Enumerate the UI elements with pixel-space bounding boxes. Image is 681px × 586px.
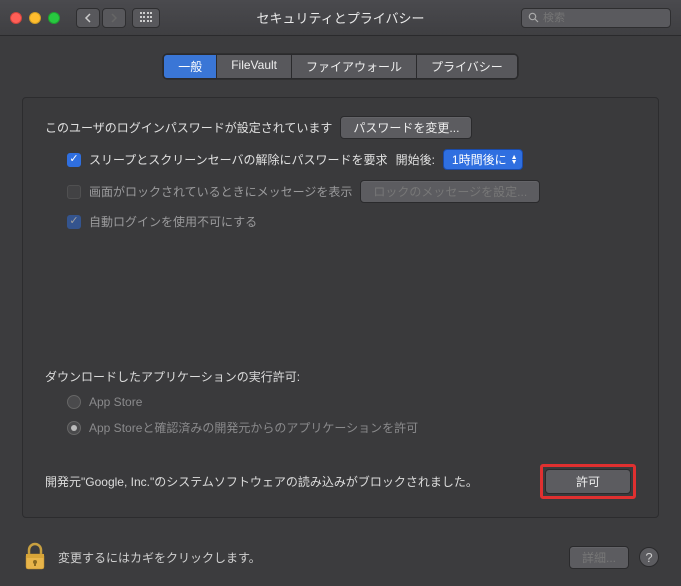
lock-icon[interactable]: [22, 542, 48, 572]
help-button[interactable]: ?: [639, 547, 659, 567]
tab-filevault[interactable]: FileVault: [217, 55, 292, 78]
set-lock-message-button[interactable]: ロックのメッセージを設定...: [360, 180, 540, 203]
zoom-window-button[interactable]: [48, 12, 60, 24]
password-set-row: このユーザのログインパスワードが設定されています パスワードを変更...: [45, 116, 636, 139]
change-password-button[interactable]: パスワードを変更...: [340, 116, 472, 139]
show-message-checkbox[interactable]: [67, 185, 81, 199]
start-after-select[interactable]: 1時間後に ▲▼: [443, 149, 523, 170]
minimize-window-button[interactable]: [29, 12, 41, 24]
require-password-row: スリープとスクリーンセーバの解除にパスワードを要求 開始後: 1時間後に ▲▼: [45, 149, 636, 170]
search-icon: [528, 12, 539, 23]
chevron-left-icon: [84, 13, 92, 23]
disable-autologin-label: 自動ログインを使用不可にする: [89, 213, 257, 230]
appstore-radio-label: App Store: [89, 395, 142, 409]
general-panel: このユーザのログインパスワードが設定されています パスワードを変更... スリー…: [22, 97, 659, 518]
allow-button[interactable]: 許可: [545, 469, 631, 494]
appstore-radio[interactable]: [67, 395, 81, 409]
require-password-checkbox[interactable]: [67, 153, 81, 167]
grid-icon: [140, 12, 152, 24]
tab-general[interactable]: 一般: [164, 55, 217, 78]
titlebar: セキュリティとプライバシー: [0, 0, 681, 36]
show-all-button[interactable]: [132, 8, 160, 28]
blocked-software-text: 開発元"Google, Inc."のシステムソフトウェアの読み込みがブロックされ…: [45, 473, 524, 491]
stepper-arrows-icon: ▲▼: [511, 155, 518, 165]
start-after-label: 開始後:: [396, 151, 435, 168]
identified-radio[interactable]: [67, 421, 81, 435]
allow-highlight: 許可: [540, 464, 636, 499]
disable-autologin-row: 自動ログインを使用不可にする: [45, 213, 636, 230]
content-area: 一般 FileVault ファイアウォール プライバシー このユーザのログインパ…: [0, 36, 681, 532]
back-button[interactable]: [76, 8, 100, 28]
search-input[interactable]: [543, 12, 664, 24]
chevron-right-icon: [110, 13, 118, 23]
advanced-button[interactable]: 詳細...: [569, 546, 629, 569]
forward-button[interactable]: [102, 8, 126, 28]
download-section-title: ダウンロードしたアプリケーションの実行許可:: [45, 368, 636, 385]
password-set-label: このユーザのログインパスワードが設定されています: [45, 119, 332, 136]
show-message-label: 画面がロックされているときにメッセージを表示: [89, 183, 352, 200]
identified-radio-row: App Storeと確認済みの開発元からのアプリケーションを許可: [45, 419, 636, 436]
tab-firewall[interactable]: ファイアウォール: [292, 55, 417, 78]
search-field[interactable]: [521, 8, 671, 28]
footer: 変更するにはカギをクリックします。 詳細... ?: [0, 532, 681, 586]
require-password-label: スリープとスクリーンセーバの解除にパスワードを要求: [89, 151, 388, 168]
traffic-lights: [10, 12, 60, 24]
preferences-window: セキュリティとプライバシー 一般 FileVault ファイアウォール プライバ…: [0, 0, 681, 586]
nav-buttons: [76, 8, 126, 28]
tab-privacy[interactable]: プライバシー: [417, 55, 517, 78]
start-after-value: 1時間後に: [452, 151, 507, 168]
show-message-row: 画面がロックされているときにメッセージを表示 ロックのメッセージを設定...: [45, 180, 636, 203]
tab-bar: 一般 FileVault ファイアウォール プライバシー: [22, 54, 659, 79]
close-window-button[interactable]: [10, 12, 22, 24]
disable-autologin-checkbox[interactable]: [67, 215, 81, 229]
appstore-radio-row: App Store: [45, 395, 636, 409]
lock-text: 変更するにはカギをクリックします。: [58, 549, 261, 566]
identified-radio-label: App Storeと確認済みの開発元からのアプリケーションを許可: [89, 419, 418, 436]
blocked-software-row: 開発元"Google, Inc."のシステムソフトウェアの読み込みがブロックされ…: [45, 464, 636, 499]
